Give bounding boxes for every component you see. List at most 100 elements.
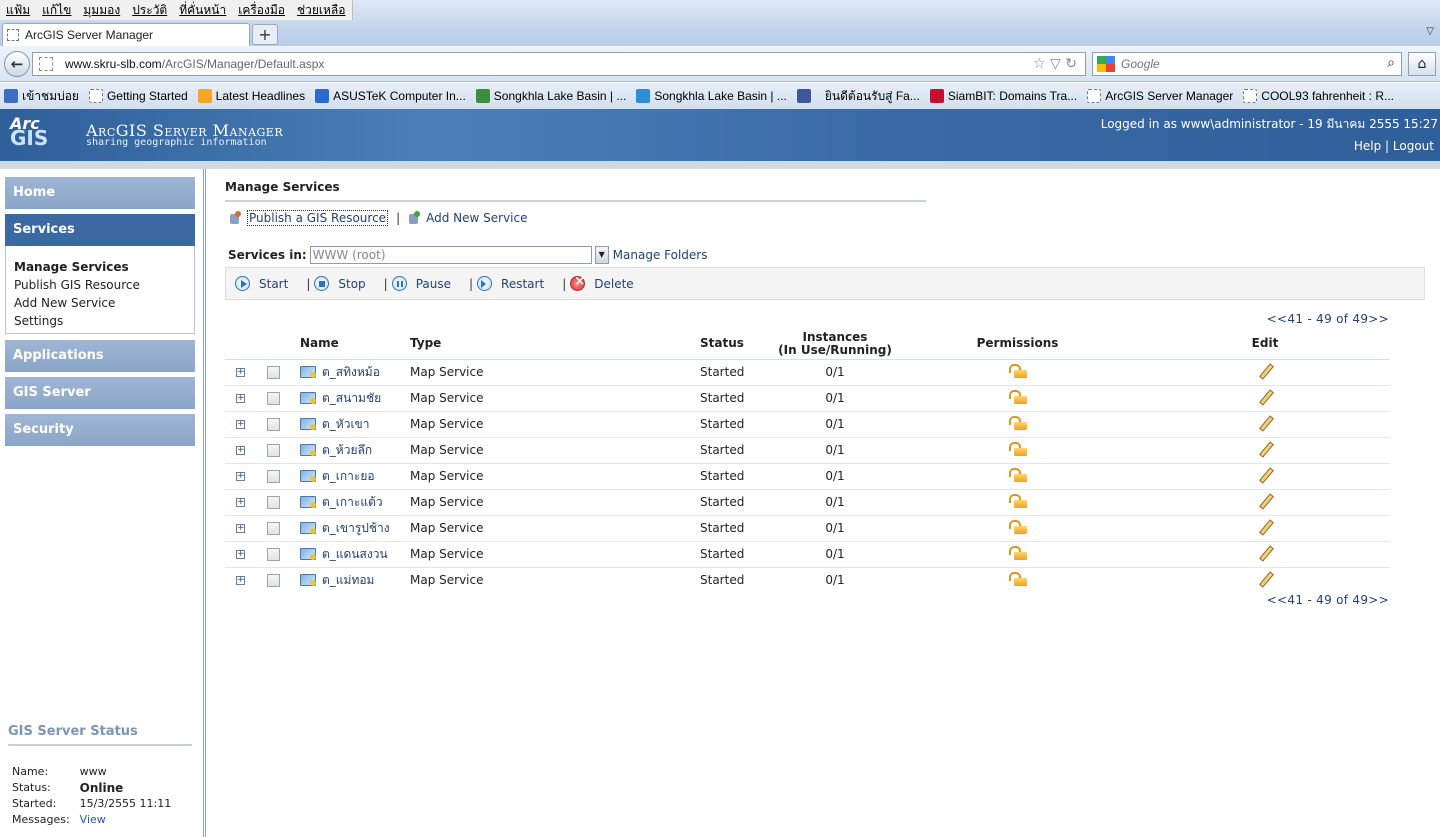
permissions-lock-icon[interactable] — [1008, 415, 1027, 430]
edit-pencil-icon[interactable] — [1258, 442, 1272, 456]
bookmark-item[interactable]: เข้าชมบ่อย — [4, 87, 79, 106]
row-checkbox[interactable] — [267, 469, 280, 483]
bookmark-item[interactable]: Latest Headlines — [197, 89, 305, 103]
publish-resource-link[interactable]: Publish a GIS Resource — [229, 210, 389, 226]
bookmark-item[interactable]: Songkhla Lake Basin | ... — [636, 89, 787, 103]
row-checkbox[interactable] — [267, 443, 280, 457]
pager-bottom[interactable]: <<41 - 49 of 49>> — [1267, 593, 1389, 607]
bookmark-star-icon[interactable]: ☆ ▽ ↻ — [1033, 56, 1077, 72]
manage-folders-link[interactable]: Manage Folders — [613, 248, 708, 262]
bookmark-item[interactable] — [796, 89, 815, 103]
service-name-link[interactable]: ต_เกาะแต้ว — [300, 493, 410, 512]
column-status[interactable]: Status — [700, 329, 775, 360]
back-button[interactable]: ← — [4, 51, 30, 77]
permissions-lock-icon[interactable] — [1008, 363, 1027, 378]
subnav-add-new-service[interactable]: Add New Service — [14, 294, 186, 312]
bookmark-item[interactable]: COOL93 fahrenheit : R... — [1243, 89, 1394, 103]
menu-item[interactable]: ประวัติ — [132, 1, 167, 20]
row-checkbox[interactable] — [267, 573, 280, 587]
edit-pencil-icon[interactable] — [1258, 416, 1272, 430]
menu-item[interactable]: ช่วยเหลือ — [297, 1, 346, 20]
expand-icon[interactable]: + — [236, 575, 245, 585]
menu-item[interactable]: ที่คั่นหน้า — [179, 1, 226, 20]
url-bar[interactable]: www.skru-slb.com/ArcGIS/Manager/Default.… — [32, 52, 1086, 76]
expand-icon[interactable]: + — [236, 549, 245, 559]
column-name[interactable]: Name — [300, 329, 410, 360]
sidebar-item-home[interactable]: Home — [5, 177, 195, 209]
service-name-link[interactable]: ต_สทิงหม้อ — [300, 363, 410, 382]
permissions-lock-icon[interactable] — [1008, 441, 1027, 456]
expand-icon[interactable]: + — [236, 445, 245, 455]
google-icon[interactable] — [1097, 56, 1115, 72]
permissions-lock-icon[interactable] — [1008, 467, 1027, 482]
service-name-link[interactable]: ต_แม่ทอม — [300, 571, 410, 590]
edit-pencil-icon[interactable] — [1258, 468, 1272, 482]
edit-pencil-icon[interactable] — [1258, 546, 1272, 560]
row-checkbox[interactable] — [267, 391, 280, 405]
sidebar-item-security[interactable]: Security — [5, 414, 195, 446]
permissions-lock-icon[interactable] — [1008, 571, 1027, 586]
pager-top[interactable]: <<41 - 49 of 49>> — [1267, 312, 1389, 326]
row-checkbox[interactable] — [267, 547, 280, 561]
edit-pencil-icon[interactable] — [1258, 390, 1272, 404]
expand-icon[interactable]: + — [236, 523, 245, 533]
permissions-lock-icon[interactable] — [1008, 389, 1027, 404]
sidebar-item-services[interactable]: Services — [5, 214, 195, 246]
menu-item[interactable]: แก้ไข — [42, 1, 71, 20]
row-checkbox[interactable] — [267, 521, 280, 535]
delete-button[interactable]: Delete — [570, 274, 634, 291]
status-messages-link[interactable]: View — [80, 812, 182, 828]
stop-button[interactable]: Stop — [314, 276, 366, 291]
subnav-settings[interactable]: Settings — [14, 312, 186, 330]
row-checkbox[interactable] — [267, 417, 280, 431]
site-identity-icon[interactable] — [39, 57, 53, 71]
service-name-link[interactable]: ต_เกาะยอ — [300, 467, 410, 486]
permissions-lock-icon[interactable] — [1008, 545, 1027, 560]
search-box[interactable]: ⌕ — [1092, 52, 1402, 76]
folder-select[interactable]: WWW (root) — [309, 246, 592, 264]
subnav-publish-gis-resource[interactable]: Publish GIS Resource — [14, 276, 186, 294]
start-button[interactable]: Start — [235, 276, 288, 291]
sidebar-item-gis-server[interactable]: GIS Server — [5, 377, 195, 409]
row-checkbox[interactable] — [267, 365, 280, 379]
logout-link[interactable]: Logout — [1393, 139, 1434, 153]
edit-pencil-icon[interactable] — [1258, 494, 1272, 508]
expand-icon[interactable]: + — [236, 471, 245, 481]
service-name-link[interactable]: ต_หัวเขา — [300, 415, 410, 434]
bookmark-item[interactable]: ยินดีต้อนรับสู่ Fa... — [825, 87, 920, 106]
service-name-link[interactable]: ต_แดนสงวน — [300, 545, 410, 564]
expand-icon[interactable]: + — [236, 497, 245, 507]
row-checkbox[interactable] — [267, 495, 280, 509]
browser-tab[interactable]: ArcGIS Server Manager — [2, 23, 250, 46]
pause-button[interactable]: Pause — [391, 276, 451, 291]
edit-pencil-icon[interactable] — [1258, 572, 1272, 586]
search-icon[interactable]: ⌕ — [1387, 55, 1395, 71]
edit-pencil-icon[interactable] — [1258, 520, 1272, 534]
chevron-down-icon[interactable]: ▼ — [594, 246, 609, 264]
search-input[interactable] — [1121, 57, 1361, 71]
service-name-link[interactable]: ต_เขารูปช้าง — [300, 519, 410, 538]
permissions-lock-icon[interactable] — [1008, 519, 1027, 534]
menu-item[interactable]: เครื่องมือ — [238, 1, 285, 20]
menu-item[interactable]: แฟ้ม — [6, 1, 30, 20]
bookmark-item[interactable]: SiamBIT: Domains Tra... — [929, 89, 1077, 103]
expand-icon[interactable]: + — [236, 393, 245, 403]
permissions-lock-icon[interactable] — [1008, 493, 1027, 508]
menu-item[interactable]: มุมมอง — [83, 1, 120, 20]
add-new-service-link[interactable]: Add New Service — [408, 211, 528, 225]
column-instances[interactable]: Instances (In Use/Running) — [775, 329, 895, 360]
expand-icon[interactable]: + — [236, 367, 245, 377]
home-button[interactable]: ⌂ — [1408, 52, 1436, 76]
service-name-link[interactable]: ต_สนามชัย — [300, 389, 410, 408]
tab-list-icon[interactable]: ▽ — [1426, 26, 1434, 37]
sidebar-item-applications[interactable]: Applications — [5, 340, 195, 372]
bookmark-item[interactable]: Songkhla Lake Basin | ... — [475, 89, 626, 103]
bookmark-item[interactable]: ArcGIS Server Manager — [1087, 89, 1233, 103]
service-name-link[interactable]: ต_ห้วยลึก — [300, 441, 410, 460]
restart-button[interactable]: Restart — [477, 276, 544, 291]
column-type[interactable]: Type — [410, 329, 700, 360]
bookmark-item[interactable]: Getting Started — [88, 89, 188, 103]
new-tab-button[interactable]: + — [252, 24, 278, 45]
bookmark-item[interactable]: ASUSTeK Computer In... — [315, 89, 466, 103]
expand-icon[interactable]: + — [236, 419, 245, 429]
